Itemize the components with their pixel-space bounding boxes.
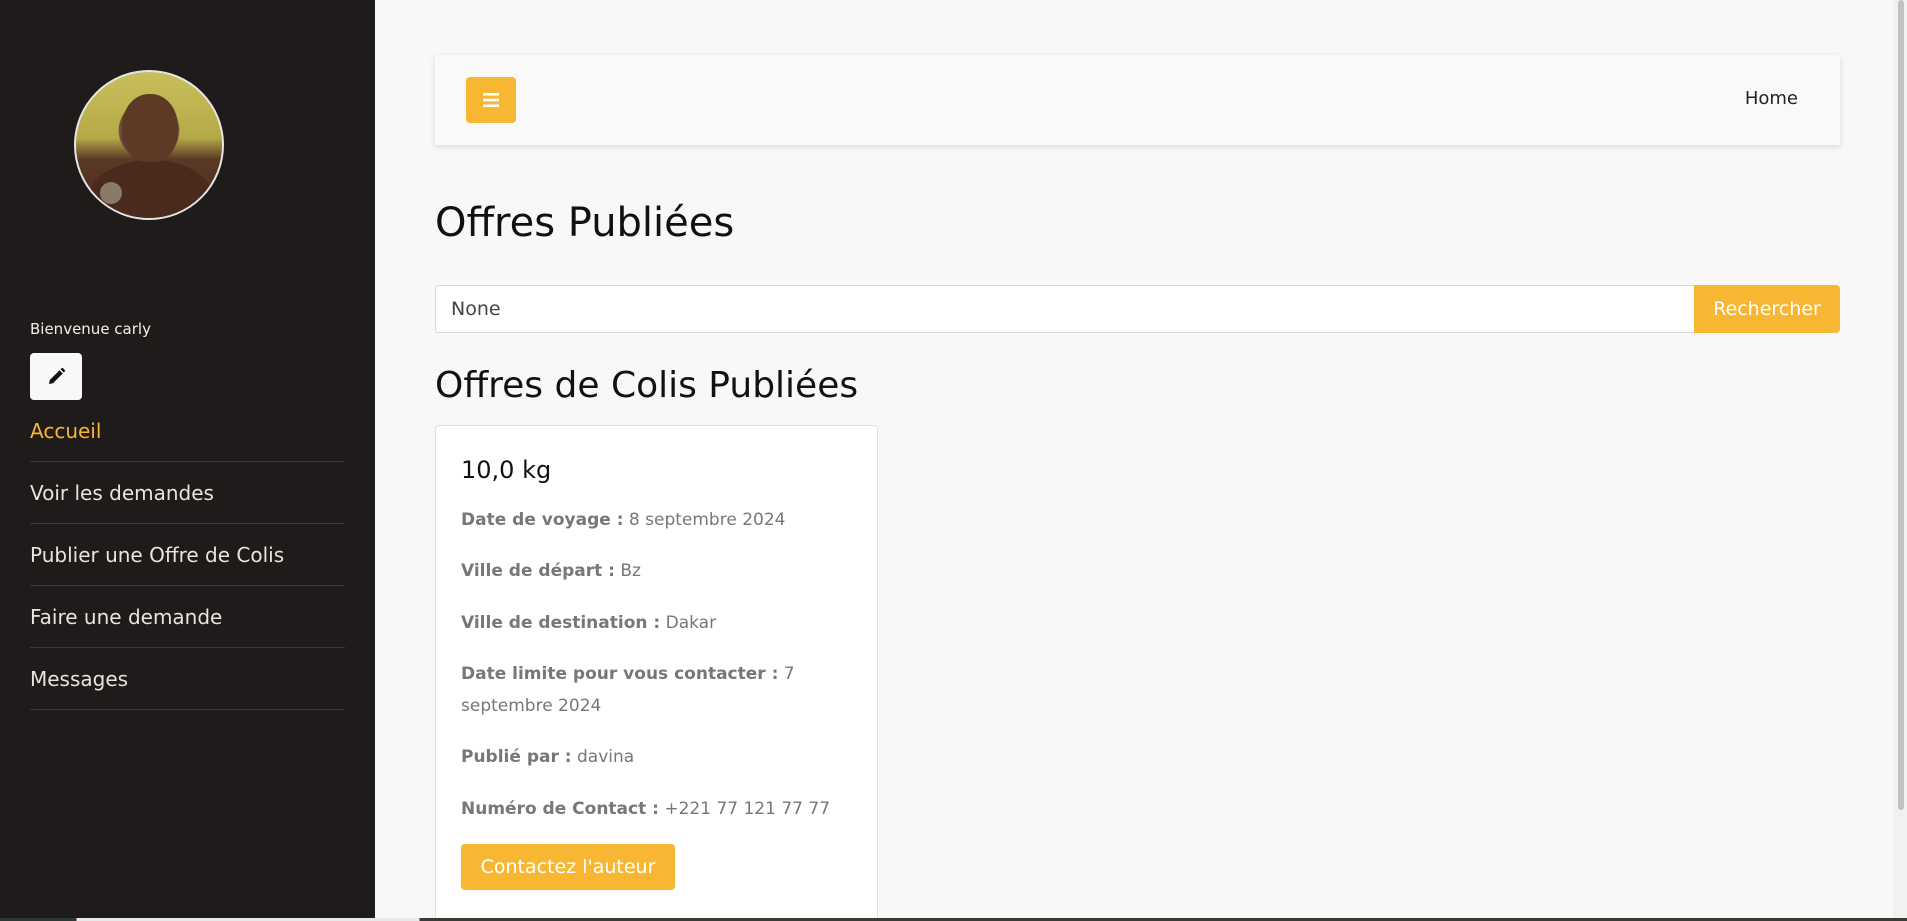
sidebar-item-faire-demande[interactable]: Faire une demande <box>30 586 345 648</box>
field-value: 8 septembre 2024 <box>628 510 786 530</box>
sidebar-item-messages[interactable]: Messages <box>30 648 345 710</box>
field-value: Bz <box>620 561 641 581</box>
avatar <box>74 70 224 220</box>
field-label: Date de voyage : <box>461 510 624 530</box>
sidebar-toggle-button[interactable] <box>466 77 516 123</box>
search-button[interactable]: Rechercher <box>1694 285 1840 333</box>
field-label: Date limite pour vous contacter : <box>461 664 779 684</box>
field-label: Publié par : <box>461 747 572 767</box>
top-navbar: Home <box>435 55 1840 145</box>
field-value: +221 77 121 77 77 <box>664 799 831 819</box>
field-label: Ville de destination : <box>461 613 661 633</box>
edit-profile-button[interactable] <box>30 353 82 400</box>
home-link[interactable]: Home <box>1745 88 1798 109</box>
section-title: Offres de Colis Publiées <box>435 365 859 406</box>
field-value: Dakar <box>665 613 717 633</box>
offer-field-ville-depart: Ville de départ : Bz <box>461 555 861 587</box>
field-label: Numéro de Contact : <box>461 799 659 819</box>
welcome-text: Bienvenue carly <box>30 320 151 338</box>
sidebar-item-voir-demandes[interactable]: Voir les demandes <box>30 462 345 524</box>
sidebar: Bienvenue carly Accueil Voir les demande… <box>0 0 375 918</box>
sidebar-nav: Accueil Voir les demandes Publier une Of… <box>30 400 345 710</box>
pencil-icon <box>49 367 66 384</box>
offer-field-date-voyage: Date de voyage : 8 septembre 2024 <box>461 504 861 536</box>
offer-field-numero-contact: Numéro de Contact : +221 77 121 77 77 <box>461 793 861 825</box>
field-value: davina <box>576 747 635 767</box>
sidebar-item-publier-offre[interactable]: Publier une Offre de Colis <box>30 524 345 586</box>
sidebar-item-accueil[interactable]: Accueil <box>30 400 345 462</box>
offer-card: 10,0 kg Date de voyage : 8 septembre 202… <box>435 425 878 921</box>
bars-icon <box>483 93 499 107</box>
offer-field-ville-destination: Ville de destination : Dakar <box>461 607 861 639</box>
offer-weight: 10,0 kg <box>461 456 552 484</box>
search-input[interactable] <box>435 285 1695 333</box>
offer-field-publie-par: Publié par : davina <box>461 741 861 773</box>
field-label: Ville de départ : <box>461 561 615 581</box>
offer-field-date-limite: Date limite pour vous contacter : 7 sept… <box>461 658 831 722</box>
scrollbar-thumb[interactable] <box>1898 0 1904 810</box>
contact-author-button[interactable]: Contactez l'auteur <box>461 844 675 890</box>
page-title: Offres Publiées <box>435 200 735 246</box>
